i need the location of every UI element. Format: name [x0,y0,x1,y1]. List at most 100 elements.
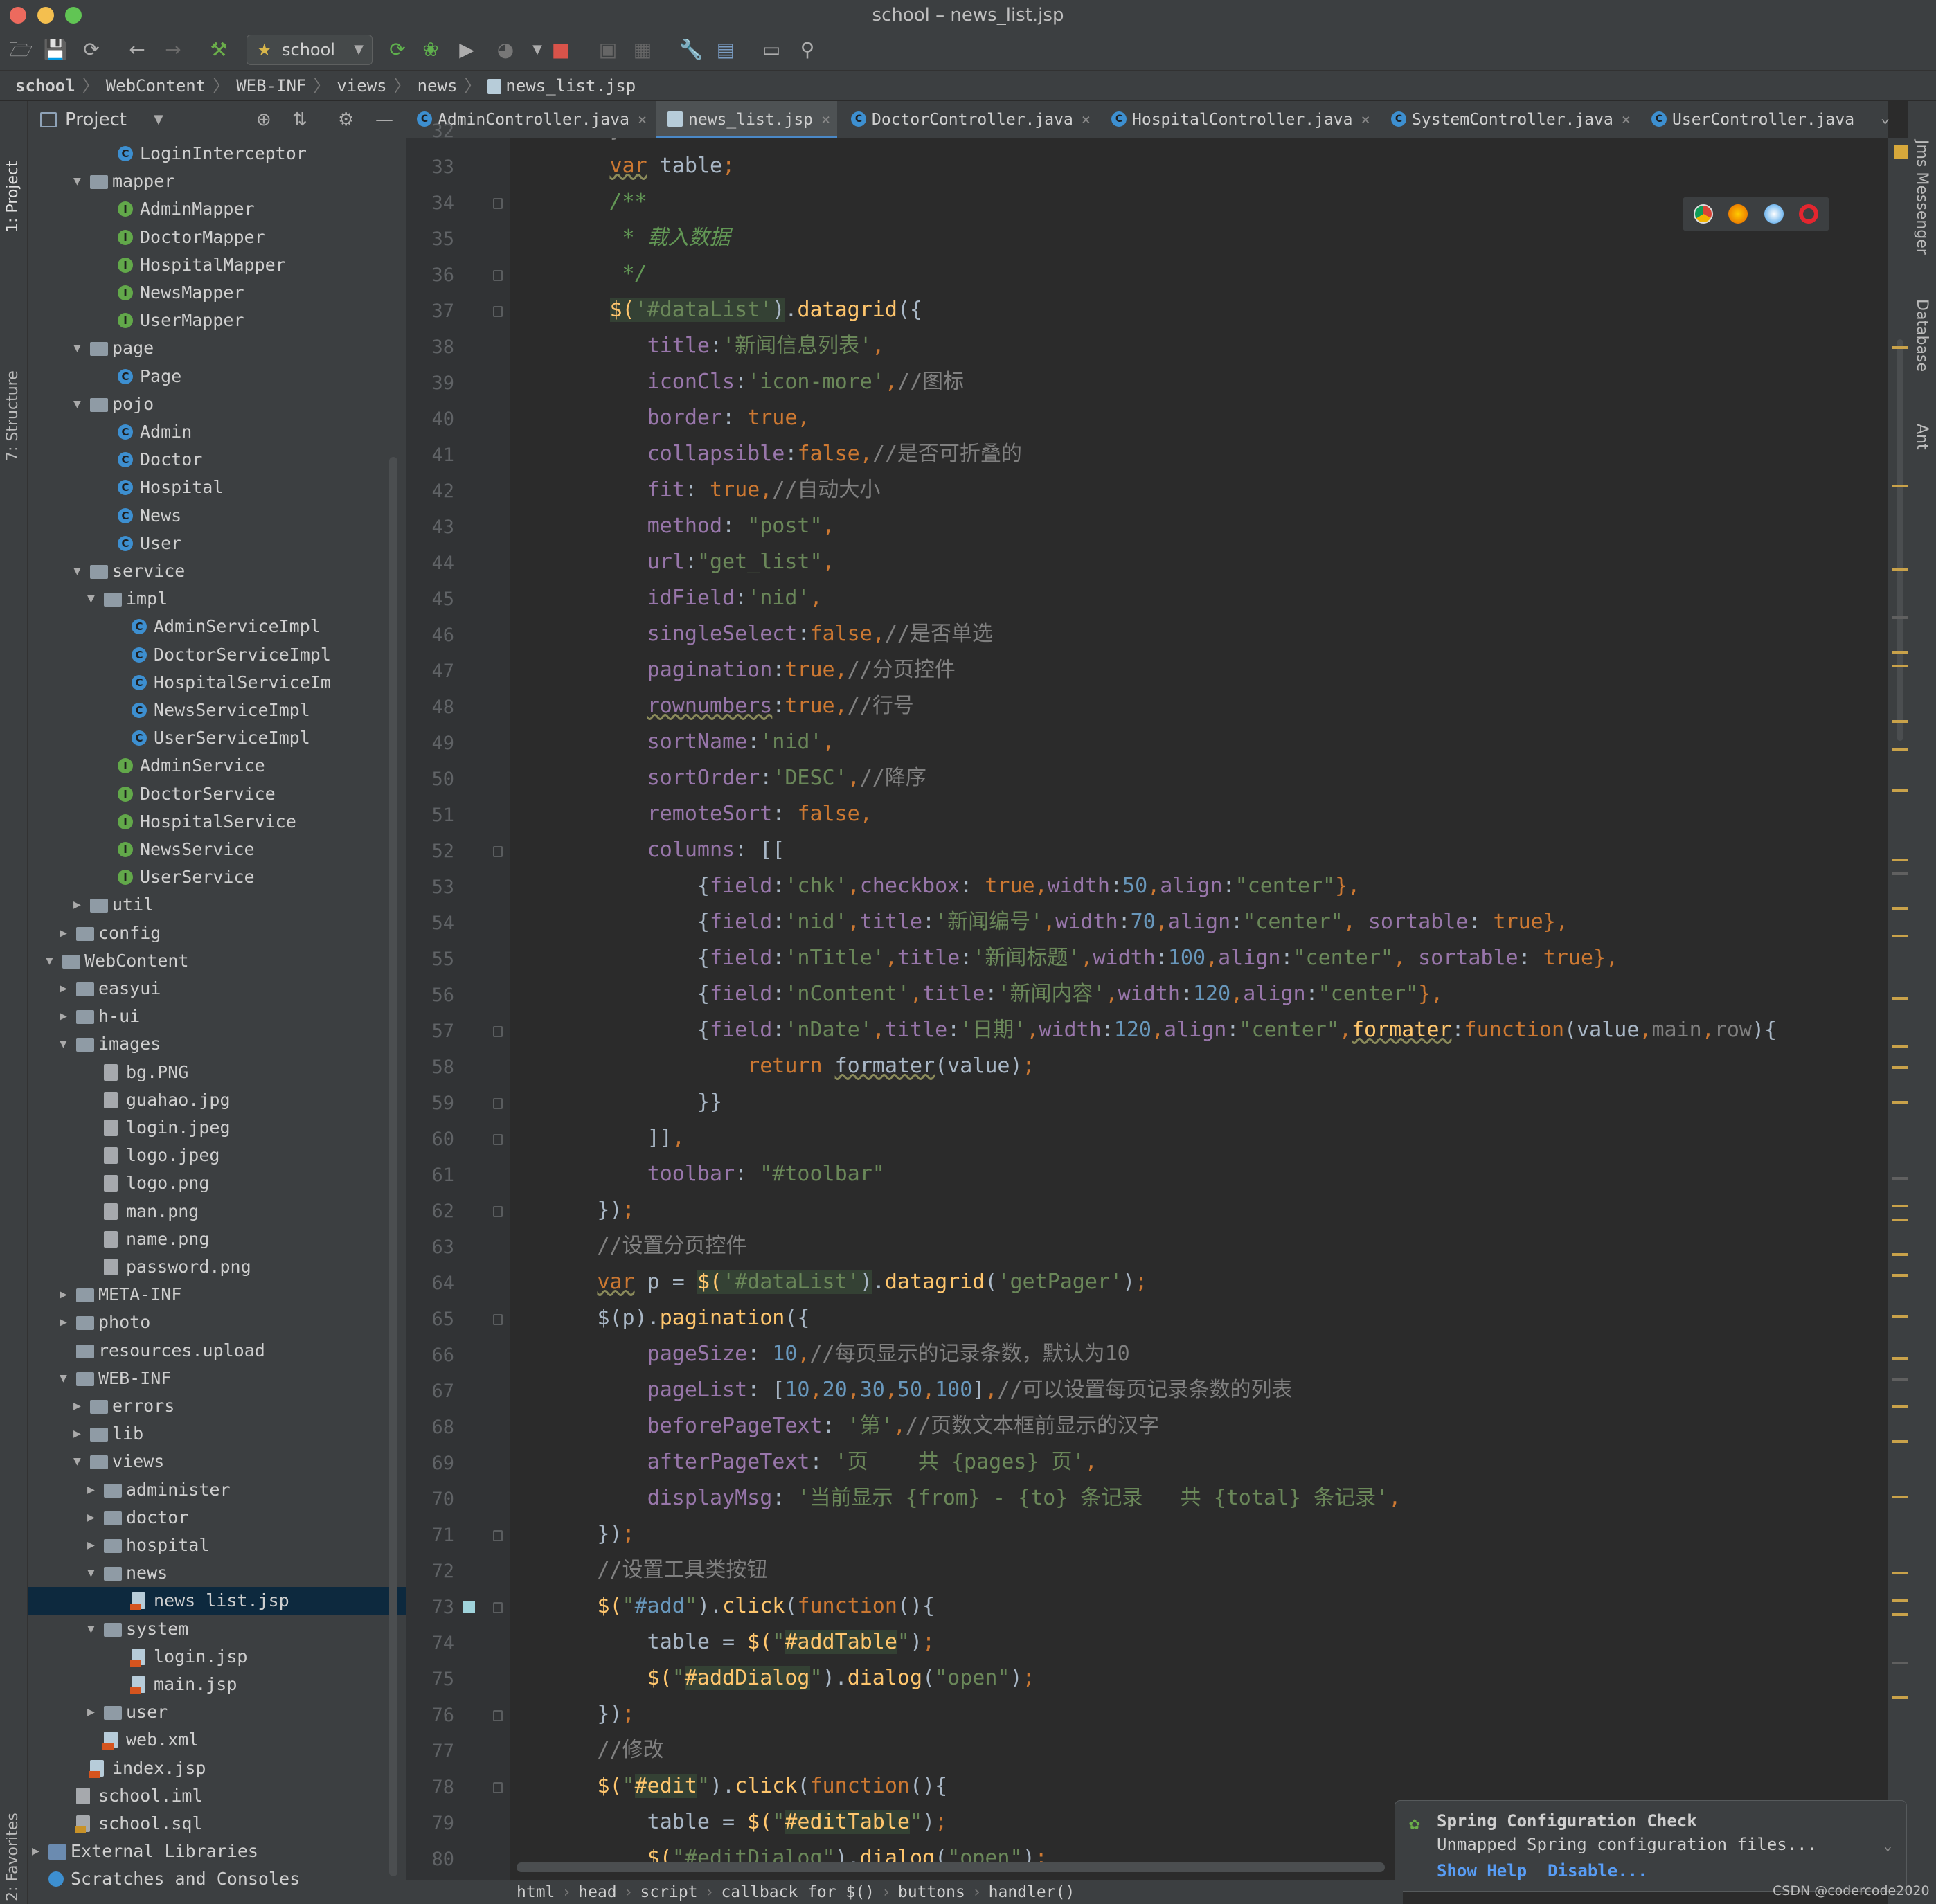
breadcrumb-item[interactable]: WEB-INF [236,76,306,96]
breadcrumb-item[interactable]: school [15,76,75,96]
back-icon[interactable]: ← [125,37,150,62]
tree-item[interactable]: I UserMapper [28,307,406,334]
expand-arrow-icon[interactable]: ▼ [87,585,101,613]
fold-marker-icon[interactable] [493,846,503,857]
ant-tool-button[interactable]: Ant [1913,424,1930,450]
stop-icon[interactable]: ■ [548,37,573,62]
expand-arrow-icon[interactable]: ▼ [60,1030,73,1058]
tree-item[interactable]: C Admin [28,418,406,446]
collapse-arrow-icon[interactable]: ▶ [60,975,73,1003]
expand-arrow-icon[interactable]: ▼ [73,334,87,362]
attach-icon[interactable]: ▣ [595,37,620,62]
tree-item[interactable]: C User [28,530,406,557]
tree-item[interactable]: ▼ system [28,1615,406,1643]
locate-target-icon[interactable]: ⊕ [256,101,271,138]
tree-item[interactable]: I HospitalMapper [28,251,406,279]
profile-icon[interactable]: ◕ [493,37,518,62]
tree-item[interactable]: ▶ config [28,919,406,947]
tree-item[interactable]: guahao.jpg [28,1086,406,1114]
editor-tab[interactable]: C SystemController.java × [1380,101,1638,138]
editor-scrollbar[interactable] [1897,339,1903,741]
tree-item[interactable]: I DoctorMapper [28,224,406,251]
tree-scrollbar[interactable] [389,457,397,1876]
coverage-icon[interactable]: ▶ [454,37,479,62]
expand-arrow-icon[interactable]: ▼ [87,1615,101,1643]
settings-wrench-icon[interactable]: 🔧 [679,37,703,62]
breadcrumb-item[interactable]: WebContent [106,76,206,96]
folder-open-icon[interactable]: 🗁 [8,37,33,62]
run-config-dropdown[interactable]: ★ school ▼ [247,35,373,65]
opera-icon[interactable] [1799,204,1818,224]
tree-item[interactable]: ▶ photo [28,1309,406,1336]
close-tab-icon[interactable]: × [1622,111,1631,129]
fold-marker-icon[interactable] [493,1098,503,1109]
collapse-arrow-icon[interactable]: ▶ [87,1504,101,1532]
fold-marker-icon[interactable] [493,306,503,317]
crumb[interactable]: head [578,1883,616,1901]
tree-item[interactable]: login.jsp [28,1643,406,1671]
crumb[interactable]: handler() [989,1883,1075,1901]
editor-tab[interactable]: news_list.jsp × [656,101,838,138]
tree-item[interactable]: C News [28,502,406,530]
fold-marker-icon[interactable] [493,1782,503,1793]
collapse-all-icon[interactable]: ⇅ [292,101,307,138]
build-hammer-icon[interactable]: ⚒ [206,37,231,62]
horizontal-scrollbar[interactable] [517,1862,1385,1872]
editor-tab[interactable]: C DoctorController.java × [840,101,1097,138]
chevron-down-icon[interactable]: ⌄ [1883,1834,1892,1858]
hide-panel-icon[interactable]: — [375,101,393,138]
expand-arrow-icon[interactable]: ▼ [73,1448,87,1475]
close-tab-icon[interactable]: × [1082,111,1091,129]
tree-item[interactable]: ▼ page [28,334,406,362]
tree-item[interactable]: ▶ hospital [28,1532,406,1559]
expand-arrow-icon[interactable]: ▼ [73,168,87,195]
tree-item[interactable]: I UserService [28,863,406,891]
tree-item[interactable]: ▶ administer [28,1476,406,1504]
collapse-arrow-icon[interactable]: ▶ [87,1532,101,1559]
fold-marker-icon[interactable] [493,1026,503,1037]
debug-bug-icon[interactable]: ❀ [418,37,443,62]
tree-item[interactable]: news_list.jsp [28,1587,406,1615]
tree-item[interactable]: school.iml [28,1782,406,1810]
favorites-tool-button[interactable]: 2: Favorites [4,1813,21,1901]
tree-item[interactable]: I AdminService [28,752,406,780]
tree-item[interactable]: ▼ news [28,1559,406,1587]
collapse-arrow-icon[interactable]: ▶ [87,1698,101,1726]
rerun-icon[interactable]: ⟳ [385,37,410,62]
crumb[interactable]: html [517,1883,555,1901]
project-view-label[interactable]: Project [65,101,127,138]
tree-item[interactable]: Scratches and Consoles [28,1865,406,1893]
tree-item[interactable]: ▶ util [28,891,406,919]
crumb[interactable]: buttons [898,1883,965,1901]
tree-item[interactable]: web.xml [28,1726,406,1754]
tree-item[interactable]: ▼ WebContent [28,947,406,975]
tree-item[interactable]: C Page [28,363,406,390]
tree-item[interactable]: C Doctor [28,446,406,474]
tree-item[interactable]: I DoctorService [28,780,406,808]
tree-item[interactable]: ▶ doctor [28,1504,406,1532]
sync-icon[interactable]: ⟳ [79,37,104,62]
tree-item[interactable]: I AdminMapper [28,195,406,223]
jms-messenger-tool-button[interactable]: Jms Messenger [1913,140,1930,255]
tree-item[interactable]: ▼ service [28,557,406,585]
tree-item[interactable]: C Hospital [28,474,406,501]
gear-icon[interactable]: ⚙ [338,101,354,138]
chrome-icon[interactable] [1694,204,1713,224]
expand-arrow-icon[interactable]: ▼ [60,1365,73,1392]
tree-item[interactable]: ▼ WEB-INF [28,1365,406,1392]
tree-item[interactable]: resources.upload [28,1337,406,1365]
structure-tool-button[interactable]: 7: Structure [4,370,21,461]
tree-item[interactable]: ▶ h-ui [28,1003,406,1030]
tree-item[interactable]: ▶ easyui [28,975,406,1003]
tree-item[interactable]: main.jsp [28,1671,406,1698]
tree-item[interactable]: logo.jpeg [28,1142,406,1169]
profile-dropdown-icon[interactable]: ▼ [525,37,550,62]
warning-status-icon[interactable] [1894,145,1908,159]
tree-item[interactable]: ▼ images [28,1030,406,1058]
tree-item[interactable]: I HospitalService [28,808,406,836]
tree-item[interactable]: ▶ External Libraries [28,1838,406,1865]
code-editor[interactable]: } */ var table; /** * 载入数据 */ $('#dataLi… [510,138,1888,1883]
tree-item[interactable]: index.jsp [28,1754,406,1782]
firefox-icon[interactable] [1728,204,1748,224]
breadcrumb-item[interactable]: news_list.jsp [505,76,636,96]
